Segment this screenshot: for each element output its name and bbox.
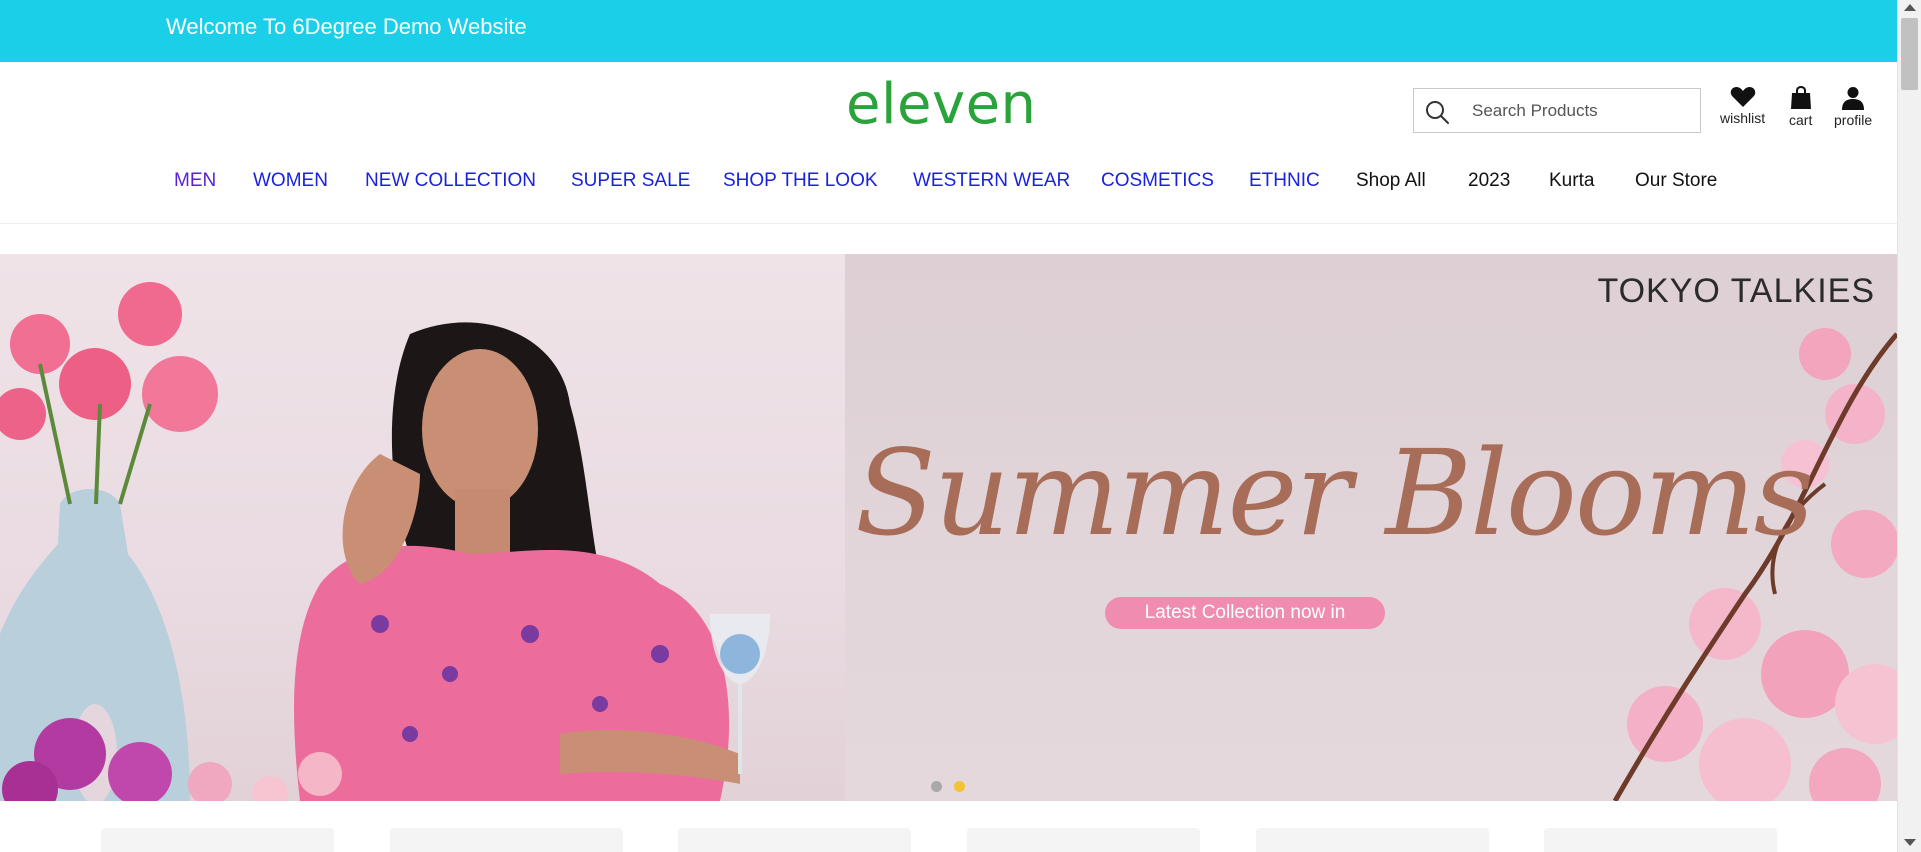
scroll-up-arrow-icon[interactable] — [1904, 4, 1916, 11]
nav-item-ethnic[interactable]: ETHNIC — [1249, 170, 1320, 192]
scrollbar-thumb[interactable] — [1901, 18, 1918, 90]
nav-item-men[interactable]: MEN — [174, 170, 216, 192]
shopping-bag-icon — [1790, 86, 1811, 109]
nav-item-cosmetics[interactable]: COSMETICS — [1101, 170, 1214, 192]
category-card[interactable] — [678, 828, 911, 852]
cart-label: cart — [1789, 112, 1813, 128]
category-card[interactable] — [967, 828, 1200, 852]
category-cards-row — [0, 828, 1897, 852]
site-logo[interactable]: eleven — [846, 72, 1037, 137]
nav-item-western-wear[interactable]: WESTERN WEAR — [913, 170, 1070, 192]
profile-link[interactable]: profile — [1834, 86, 1872, 128]
carousel-indicators — [931, 779, 977, 797]
profile-label: profile — [1834, 112, 1873, 128]
nav-item-women[interactable]: WOMEN — [253, 170, 328, 192]
site-header: eleven wishlist cart profile MEN WOMEN N… — [0, 62, 1897, 224]
latest-collection-button[interactable]: Latest Collection now in — [1105, 597, 1385, 629]
search-input[interactable] — [1472, 89, 1694, 132]
nav-item-our-store[interactable]: Our Store — [1635, 170, 1717, 192]
cart-link[interactable]: cart — [1789, 86, 1812, 128]
model-photo-illustration — [0, 282, 770, 801]
main-navigation: MEN WOMEN NEW COLLECTION SUPER SALE SHOP… — [0, 164, 1897, 204]
nav-item-super-sale[interactable]: SUPER SALE — [571, 170, 690, 192]
category-card[interactable] — [390, 828, 623, 852]
hero-banner[interactable]: TOKYO TALKIES Summer Blooms Latest Colle… — [0, 254, 1897, 801]
carousel-dot-1[interactable] — [931, 781, 942, 792]
nav-item-new-collection[interactable]: NEW COLLECTION — [365, 170, 536, 192]
nav-item-shop-the-look[interactable]: SHOP THE LOOK — [723, 170, 878, 192]
announcement-bar: Welcome To 6Degree Demo Website — [0, 0, 1897, 62]
nav-item-kurta[interactable]: Kurta — [1549, 170, 1594, 192]
category-card[interactable] — [1544, 828, 1777, 852]
banner-headline: Summer Blooms — [855, 424, 1814, 562]
welcome-text: Welcome To 6Degree Demo Website — [166, 14, 527, 39]
nav-item-shop-all[interactable]: Shop All — [1356, 170, 1426, 192]
wishlist-link[interactable]: wishlist — [1720, 86, 1765, 126]
heart-icon — [1730, 87, 1755, 107]
scroll-down-arrow-icon[interactable] — [1904, 839, 1916, 846]
banner-photo — [0, 254, 845, 801]
search-box[interactable] — [1413, 88, 1701, 133]
nav-item-2023[interactable]: 2023 — [1468, 170, 1510, 192]
user-icon — [1842, 87, 1865, 110]
search-icon[interactable] — [1424, 99, 1450, 125]
category-card[interactable] — [101, 828, 334, 852]
carousel-dot-2-active[interactable] — [954, 781, 965, 792]
brand-name: TOKYO TALKIES — [1597, 272, 1875, 310]
page-scrollbar[interactable] — [1897, 0, 1921, 852]
wishlist-label: wishlist — [1720, 110, 1766, 126]
category-card[interactable] — [1256, 828, 1489, 852]
